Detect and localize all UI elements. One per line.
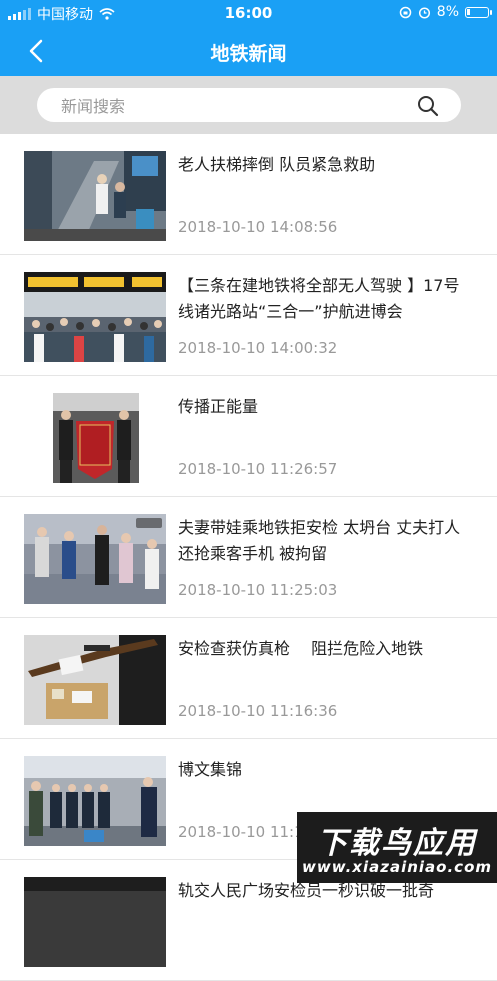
news-thumbnail xyxy=(24,151,166,241)
news-title: 传播正能量 xyxy=(178,397,259,416)
news-thumbnail xyxy=(24,272,166,362)
news-item[interactable]: 老人扶梯摔倒 队员紧急救助 2018-10-10 14:08:56 xyxy=(0,134,497,255)
news-date: 2018-10-10 11:25:03 xyxy=(178,581,338,599)
search-bar-container xyxy=(0,76,497,134)
nav-bar: 地铁新闻 xyxy=(0,26,497,76)
news-item[interactable]: 传播正能量 2018-10-10 11:26:57 xyxy=(0,376,497,497)
news-title: 【三条在建地铁将全部无人驾驶 】17号线诸光路站“三合一”护航进博会 xyxy=(178,276,460,321)
search-box[interactable] xyxy=(37,88,461,124)
news-title: 老人扶梯摔倒 队员紧急救助 xyxy=(178,155,376,174)
battery-icon xyxy=(465,6,492,18)
news-thumbnail xyxy=(24,514,166,604)
alarm-icon xyxy=(418,6,430,19)
search-icon[interactable] xyxy=(417,95,439,117)
news-title: 博文集锦 xyxy=(178,760,243,779)
news-title: 安检查获仿真枪 阻拦危险入地铁 xyxy=(178,639,424,658)
news-thumbnail xyxy=(24,635,166,725)
watermark-logo: 下载鸟应用 www.xiazainiao.com xyxy=(297,812,497,883)
news-thumbnail xyxy=(24,393,166,483)
news-date: 2018-10-10 11:1 xyxy=(178,823,304,841)
news-thumbnail xyxy=(24,877,166,967)
news-item[interactable]: 安检查获仿真枪 阻拦危险入地铁 2018-10-10 11:16:36 xyxy=(0,618,497,739)
news-item[interactable]: 【三条在建地铁将全部无人驾驶 】17号线诸光路站“三合一”护航进博会 2018-… xyxy=(0,255,497,376)
news-date: 2018-10-10 14:00:32 xyxy=(178,339,338,357)
news-date: 2018-10-10 11:26:57 xyxy=(178,460,338,478)
news-item[interactable]: 夫妻带娃乘地铁拒安检 太坍台 丈夫打人还抢乘客手机 被拘留 2018-10-10… xyxy=(0,497,497,618)
rotation-lock-icon xyxy=(399,6,412,18)
watermark-text: 下载鸟应用 xyxy=(317,826,477,861)
news-date: 2018-10-10 14:08:56 xyxy=(178,218,338,236)
watermark-url: www.xiazainiao.com xyxy=(301,858,493,876)
battery-percent: 8% xyxy=(436,4,459,20)
news-date: 2018-10-10 11:16:36 xyxy=(178,702,338,720)
page-title: 地铁新闻 xyxy=(210,43,287,65)
status-bar: 中国移动 16:00 8% xyxy=(0,0,497,26)
search-input[interactable] xyxy=(59,88,413,124)
news-title: 夫妻带娃乘地铁拒安检 太坍台 丈夫打人还抢乘客手机 被拘留 xyxy=(178,518,461,563)
news-thumbnail xyxy=(24,756,166,846)
